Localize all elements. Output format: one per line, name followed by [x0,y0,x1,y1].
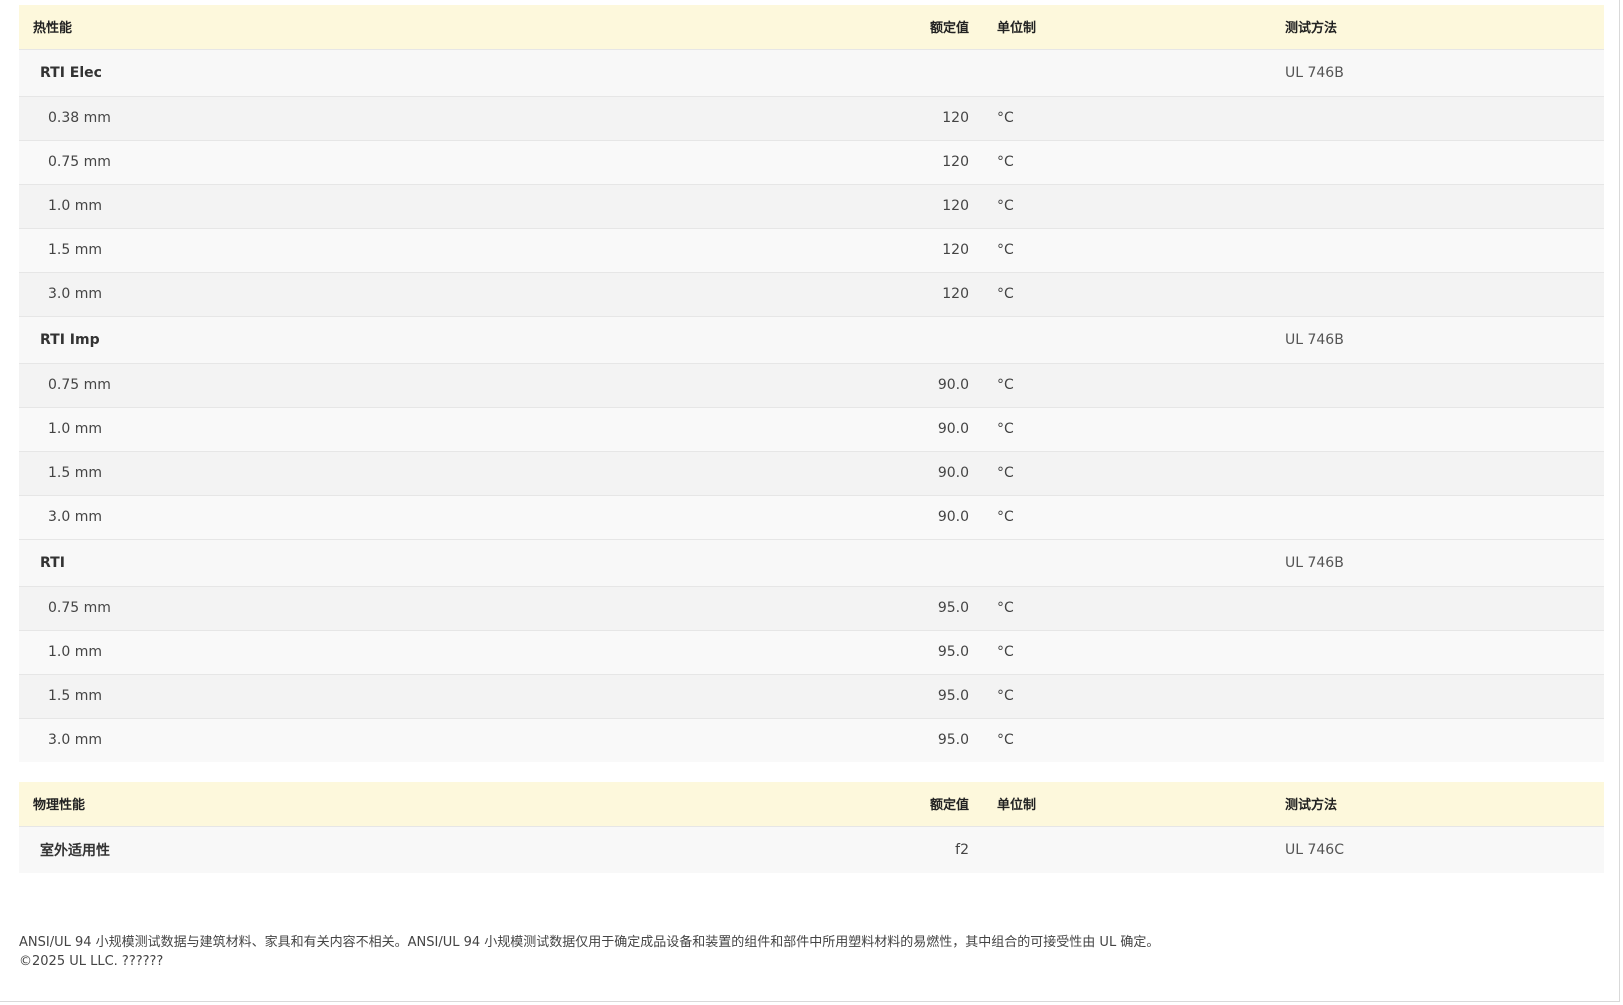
physical-header-unit: 单位制 [997,798,1037,814]
group-test-method: UL 746B [1285,48,1604,96]
rating-value: 120 [942,242,969,258]
thickness-label: 0.75 mm [48,154,111,170]
rating-value: 90.0 [937,377,969,393]
table-row: 0.75 mm 90.0 °C [19,362,1604,407]
rating-value: 95.0 [937,732,969,749]
unit-value: °C [969,227,1285,272]
thermal-header-value: 额定值 [929,21,969,37]
unit-value: °C [969,450,1285,495]
unit-value: °C [969,494,1285,539]
thermal-header-property: 热性能 [33,21,73,37]
rating-value: 120 [942,198,969,214]
table-row: 0.38 mm 120 °C [19,95,1604,140]
physical-header-method: 测试方法 [1285,798,1338,814]
unit-value [969,825,1285,873]
disclaimer-text: ANSI/UL 94 小规模测试数据与建筑材料、家具和有关内容不相关。ANSI/… [19,935,1160,950]
thermal-header-method: 测试方法 [1285,21,1338,37]
thickness-label: 3.0 mm [48,732,102,749]
thickness-label: 3.0 mm [48,286,102,302]
group-row: RTI UL 746B [19,538,1604,586]
physical-properties-section: 物理性能 额定值 单位制 测试方法 室外适用性 f2 UL 746C [19,782,1604,873]
unit-value: °C [969,183,1285,228]
table-row: 1.5 mm 90.0 °C [19,450,1604,495]
rating-value: 120 [942,110,969,126]
unit-value: °C [969,673,1285,718]
thermal-header-unit: 单位制 [997,21,1037,37]
thermal-table-body: RTI Elec UL 746B 0.38 mm 120 °C 0.75 mm 120 °C 1… [19,48,1604,762]
unit-value: °C [969,362,1285,407]
thickness-label: 3.0 mm [48,509,102,525]
table-row: 1.5 mm 120 °C [19,227,1604,272]
table-row: 1.0 mm 90.0 °C [19,406,1604,451]
group-name: RTI Imp [40,331,100,348]
group-row: RTI Elec UL 746B [19,48,1604,96]
copyright-text: ©2025 UL LLC. ?????? [19,954,164,969]
thickness-label: 1.5 mm [48,688,102,704]
unit-value: °C [969,629,1285,674]
group-name: RTI Elec [40,64,102,81]
thickness-label: 0.75 mm [48,600,111,616]
physical-table-body: 室外适用性 f2 UL 746C [19,825,1604,873]
table-row: 1.0 mm 120 °C [19,183,1604,228]
group-test-method: UL 746B [1285,315,1604,363]
table-row: 3.0 mm 120 °C [19,271,1604,316]
rating-value: 120 [942,154,969,170]
rating-value: 95.0 [937,600,969,616]
unit-value: °C [969,585,1285,630]
unit-value: °C [969,95,1285,140]
thermal-properties-section: 热性能 额定值 单位制 测试方法 RTI Elec UL 746B 0.38 mm 1… [19,5,1604,762]
thickness-label: 1.0 mm [48,644,102,660]
unit-value: °C [969,139,1285,184]
thermal-header-row: 热性能 额定值 单位制 测试方法 [19,5,1604,49]
unit-value: °C [969,271,1285,316]
footer-note: ANSI/UL 94 小规模测试数据与建筑材料、家具和有关内容不相关。ANSI/… [19,933,1159,971]
thickness-label: 0.75 mm [48,377,111,393]
rating-value: f2 [955,841,969,858]
physical-header-property: 物理性能 [33,798,86,814]
thickness-label: 1.0 mm [48,198,102,214]
group-test-method: UL 746B [1285,538,1604,586]
rating-value: 90.0 [937,465,969,481]
thickness-label: 1.5 mm [48,465,102,481]
thermal-properties-table: 热性能 额定值 单位制 测试方法 RTI Elec UL 746B 0.38 mm 1… [19,5,1604,762]
table-row: 3.0 mm 95.0 °C [19,717,1604,762]
unit-value: °C [969,717,1285,762]
table-row: 室外适用性 f2 UL 746C [19,825,1604,873]
physical-header-value: 额定值 [929,798,969,814]
property-name: 室外适用性 [40,842,110,859]
rating-value: 90.0 [937,509,969,525]
group-row: RTI Imp UL 746B [19,315,1604,363]
group-name: RTI [40,554,65,571]
rating-value: 90.0 [937,421,969,437]
table-row: 0.75 mm 120 °C [19,139,1604,184]
rating-value: 95.0 [937,688,969,704]
table-row: 1.5 mm 95.0 °C [19,673,1604,718]
thickness-label: 0.38 mm [48,110,111,126]
table-row: 0.75 mm 95.0 °C [19,585,1604,630]
rating-value: 120 [942,286,969,302]
thickness-label: 1.5 mm [48,242,102,258]
physical-header-row: 物理性能 额定值 单位制 测试方法 [19,782,1604,826]
table-row: 1.0 mm 95.0 °C [19,629,1604,674]
physical-properties-table: 物理性能 额定值 单位制 测试方法 室外适用性 f2 UL 746C [19,782,1604,873]
test-method: UL 746C [1285,825,1604,873]
thickness-label: 1.0 mm [48,421,102,437]
rating-value: 95.0 [937,644,969,660]
unit-value: °C [969,406,1285,451]
table-row: 3.0 mm 90.0 °C [19,494,1604,539]
